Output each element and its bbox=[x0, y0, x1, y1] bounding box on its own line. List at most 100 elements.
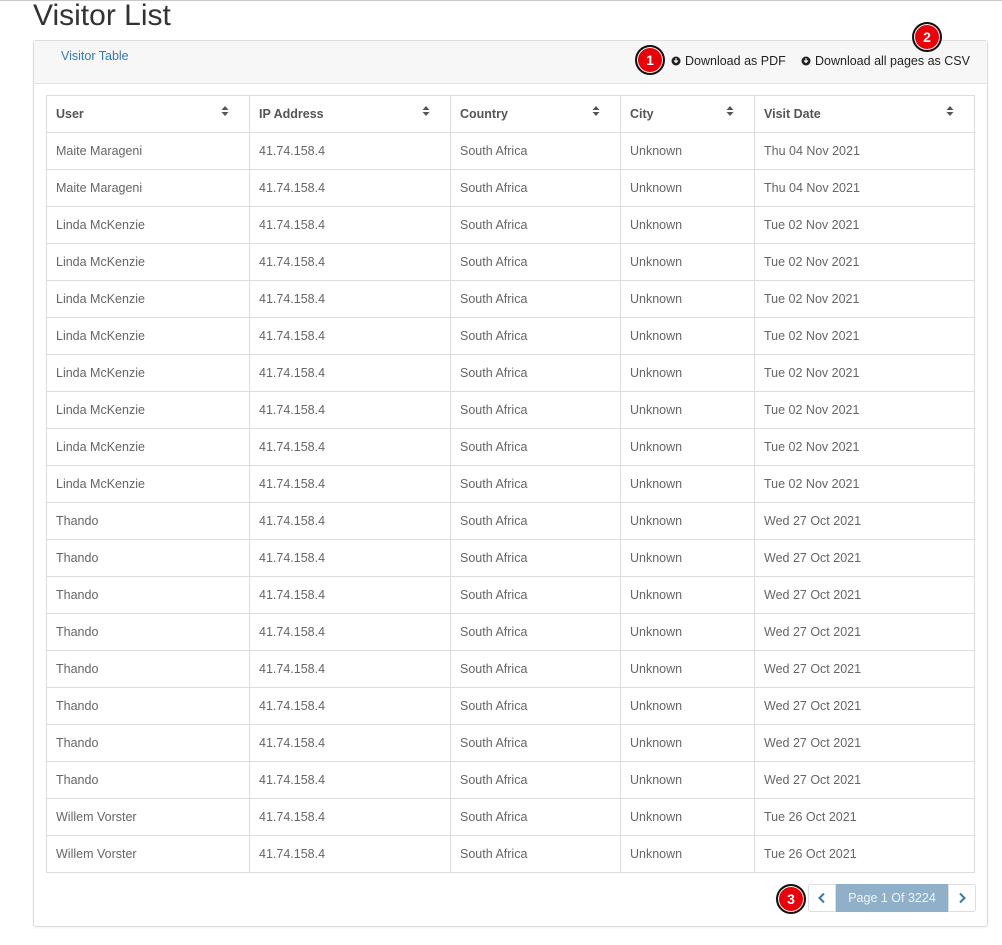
visit-date-cell: Wed 27 Oct 2021 bbox=[754, 650, 975, 688]
column-header-user[interactable]: User bbox=[46, 95, 250, 133]
ip-cell: 41.74.158.4 bbox=[249, 576, 451, 614]
visitor-panel: Visitor Table Download as PDF Download a… bbox=[33, 40, 988, 927]
user-cell: Thando bbox=[46, 613, 250, 651]
table-row: Thando 41.74.158.4 South Africa Unknown Wed … bbox=[46, 687, 975, 725]
user-cell: Willem Vorster bbox=[46, 798, 250, 836]
column-header-label: User bbox=[56, 107, 84, 121]
country-cell: South Africa bbox=[450, 206, 621, 244]
table-row: Maite Marageni 41.74.158.4 South Africa Unk… bbox=[46, 169, 975, 207]
user-cell: Thando bbox=[46, 650, 250, 688]
visitor-table-wrapper: User IP Address Country City Visit Date Mait… bbox=[46, 95, 975, 873]
user-cell: Linda McKenzie bbox=[46, 391, 250, 429]
city-cell: Unknown bbox=[620, 465, 755, 503]
visit-date-cell: Wed 27 Oct 2021 bbox=[754, 613, 975, 651]
page-title: Visitor List bbox=[33, 0, 171, 32]
annotation-badge-2: 2 bbox=[912, 22, 942, 52]
prev-page-button[interactable] bbox=[808, 884, 836, 912]
user-cell: Thando bbox=[46, 576, 250, 614]
column-header-label: IP Address bbox=[259, 107, 324, 121]
ip-cell: 41.74.158.4 bbox=[249, 206, 451, 244]
ip-cell: 41.74.158.4 bbox=[249, 724, 451, 762]
user-cell: Willem Vorster bbox=[46, 835, 250, 873]
user-cell: Maite Marageni bbox=[46, 169, 250, 207]
page-indicator: Page 1 Of 3224 bbox=[836, 884, 948, 912]
download-csv-label: Download all pages as CSV bbox=[815, 54, 970, 68]
table-row: Willem Vorster 41.74.158.4 South Africa Unk… bbox=[46, 798, 975, 836]
column-header-ip-address[interactable]: IP Address bbox=[249, 95, 451, 133]
table-row: Thando 41.74.158.4 South Africa Unknown Wed … bbox=[46, 502, 975, 540]
tab-visitor-table[interactable]: Visitor Table bbox=[61, 49, 129, 63]
country-cell: South Africa bbox=[450, 687, 621, 725]
chevron-left-icon bbox=[818, 892, 825, 904]
city-cell: Unknown bbox=[620, 502, 755, 540]
user-cell: Thando bbox=[46, 502, 250, 540]
table-row: Linda McKenzie 41.74.158.4 South Africa Unk… bbox=[46, 243, 975, 281]
city-cell: Unknown bbox=[620, 280, 755, 318]
user-cell: Linda McKenzie bbox=[46, 465, 250, 503]
city-cell: Unknown bbox=[620, 317, 755, 355]
ip-cell: 41.74.158.4 bbox=[249, 428, 451, 466]
visit-date-cell: Tue 02 Nov 2021 bbox=[754, 428, 975, 466]
download-pdf-button[interactable]: Download as PDF bbox=[671, 54, 786, 68]
user-cell: Maite Marageni bbox=[46, 132, 250, 170]
column-header-label: Visit Date bbox=[764, 107, 821, 121]
annotation-badge-1: 1 bbox=[635, 45, 665, 75]
user-cell: Thando bbox=[46, 539, 250, 577]
table-row: Linda McKenzie 41.74.158.4 South Africa Unk… bbox=[46, 428, 975, 466]
sort-icon[interactable] bbox=[946, 105, 954, 117]
sort-icon[interactable] bbox=[726, 105, 734, 117]
user-cell: Linda McKenzie bbox=[46, 243, 250, 281]
city-cell: Unknown bbox=[620, 798, 755, 836]
user-cell: Thando bbox=[46, 724, 250, 762]
city-cell: Unknown bbox=[620, 539, 755, 577]
visit-date-cell: Thu 04 Nov 2021 bbox=[754, 169, 975, 207]
ip-cell: 41.74.158.4 bbox=[249, 317, 451, 355]
country-cell: South Africa bbox=[450, 132, 621, 170]
sort-icon[interactable] bbox=[592, 105, 600, 117]
country-cell: South Africa bbox=[450, 428, 621, 466]
column-header-country[interactable]: Country bbox=[450, 95, 621, 133]
user-cell: Linda McKenzie bbox=[46, 317, 250, 355]
ip-cell: 41.74.158.4 bbox=[249, 613, 451, 651]
country-cell: South Africa bbox=[450, 798, 621, 836]
ip-cell: 41.74.158.4 bbox=[249, 132, 451, 170]
download-csv-button[interactable]: Download all pages as CSV bbox=[801, 54, 970, 68]
visit-date-cell: Wed 27 Oct 2021 bbox=[754, 761, 975, 799]
country-cell: South Africa bbox=[450, 835, 621, 873]
panel-header: Visitor Table Download as PDF Download a… bbox=[34, 41, 987, 84]
chevron-right-icon bbox=[959, 892, 966, 904]
table-row: Thando 41.74.158.4 South Africa Unknown Wed … bbox=[46, 539, 975, 577]
city-cell: Unknown bbox=[620, 243, 755, 281]
sort-icon[interactable] bbox=[221, 105, 229, 117]
visit-date-cell: Wed 27 Oct 2021 bbox=[754, 502, 975, 540]
sort-icon[interactable] bbox=[422, 105, 430, 117]
country-cell: South Africa bbox=[450, 613, 621, 651]
ip-cell: 41.74.158.4 bbox=[249, 243, 451, 281]
ip-cell: 41.74.158.4 bbox=[249, 502, 451, 540]
city-cell: Unknown bbox=[620, 206, 755, 244]
city-cell: Unknown bbox=[620, 354, 755, 392]
next-page-button[interactable] bbox=[948, 884, 976, 912]
visit-date-cell: Tue 02 Nov 2021 bbox=[754, 206, 975, 244]
table-row: Linda McKenzie 41.74.158.4 South Africa Unk… bbox=[46, 465, 975, 503]
visit-date-cell: Tue 26 Oct 2021 bbox=[754, 798, 975, 836]
country-cell: South Africa bbox=[450, 724, 621, 762]
column-header-city[interactable]: City bbox=[620, 95, 755, 133]
city-cell: Unknown bbox=[620, 613, 755, 651]
user-cell: Thando bbox=[46, 761, 250, 799]
city-cell: Unknown bbox=[620, 650, 755, 688]
visit-date-cell: Tue 02 Nov 2021 bbox=[754, 391, 975, 429]
user-cell: Linda McKenzie bbox=[46, 280, 250, 318]
table-row: Linda McKenzie 41.74.158.4 South Africa Unk… bbox=[46, 391, 975, 429]
download-pdf-label: Download as PDF bbox=[685, 54, 786, 68]
visit-date-cell: Wed 27 Oct 2021 bbox=[754, 539, 975, 577]
country-cell: South Africa bbox=[450, 539, 621, 577]
country-cell: South Africa bbox=[450, 502, 621, 540]
ip-cell: 41.74.158.4 bbox=[249, 650, 451, 688]
country-cell: South Africa bbox=[450, 650, 621, 688]
column-header-visit-date[interactable]: Visit Date bbox=[754, 95, 975, 133]
table-row: Thando 41.74.158.4 South Africa Unknown Wed … bbox=[46, 650, 975, 688]
table-row: Thando 41.74.158.4 South Africa Unknown Wed … bbox=[46, 724, 975, 762]
country-cell: South Africa bbox=[450, 354, 621, 392]
city-cell: Unknown bbox=[620, 428, 755, 466]
